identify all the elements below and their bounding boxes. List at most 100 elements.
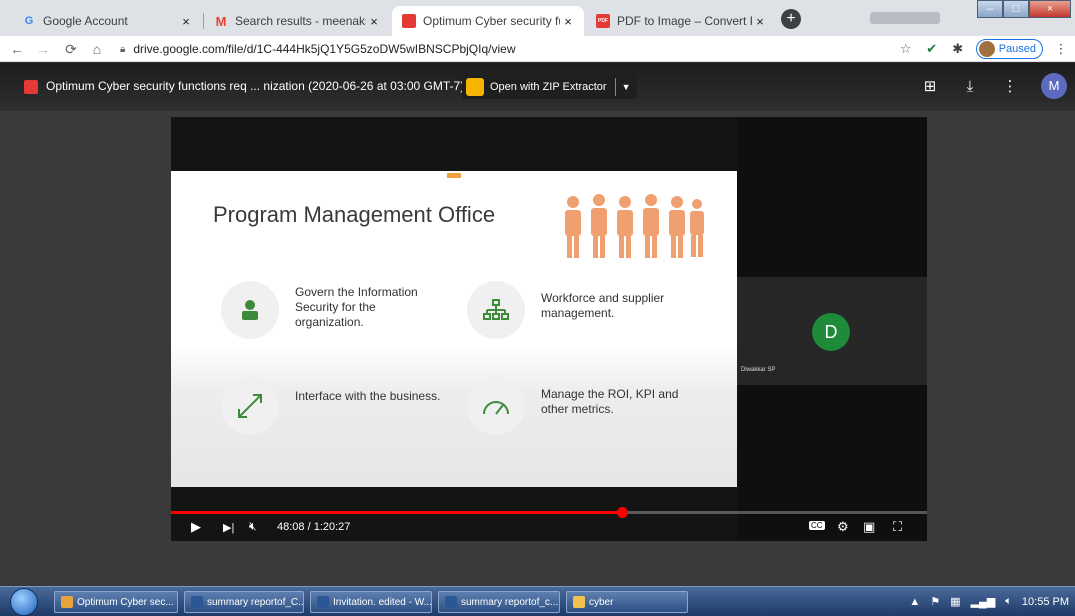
pdf-favicon-icon: PDF	[596, 14, 610, 28]
progress-played	[171, 511, 622, 514]
close-window-button[interactable]: ×	[1029, 0, 1071, 18]
word-icon	[191, 596, 203, 608]
time-display: 48:08 / 1:20:27	[277, 521, 351, 533]
windows-taskbar: Optimum Cyber sec... summary reportof_C.…	[0, 586, 1075, 616]
next-icon[interactable]: ▶|	[223, 521, 234, 534]
tray-expand-icon[interactable]: ▲	[909, 596, 920, 608]
presentation-slide: Program Management Office Govern the Inf…	[171, 171, 737, 487]
google-favicon-icon: G	[24, 15, 34, 27]
tab-google-account[interactable]: G Google Account ×	[12, 6, 202, 36]
folder-icon	[573, 596, 585, 608]
hierarchy-item-icon	[467, 281, 525, 339]
muted-speaker-icon[interactable]: 🔇︎	[249, 519, 257, 534]
bookmark-star-icon[interactable]: ☆	[898, 41, 914, 57]
menu-kebab-icon[interactable]: ⋮	[1053, 41, 1069, 57]
team-people-icon	[565, 194, 704, 258]
drive-viewer: Optimum Cyber security functions req ...…	[0, 63, 1075, 586]
lock-icon: 🔒︎	[120, 43, 126, 55]
workforce-item-text: Workforce and supplier management.	[541, 291, 665, 320]
extensions-puzzle-icon[interactable]: ✱	[950, 41, 966, 57]
taskbar-item-label: cyber	[589, 596, 614, 608]
account-avatar[interactable]: M	[1041, 73, 1067, 99]
captions-icon[interactable]: CC	[809, 521, 825, 530]
open-with-label: Open with ZIP Extractor	[490, 81, 607, 93]
chrome-icon	[61, 596, 73, 608]
more-options-icon[interactable]: ⋮	[1001, 77, 1019, 95]
taskbar-item-label: summary reportof_C...	[207, 596, 304, 608]
blurred-region	[870, 12, 940, 24]
tab-pdf-to-image[interactable]: PDF PDF to Image – Convert PDF to J ×	[586, 6, 776, 36]
tab-gmail-search[interactable]: M Search results - meenakship@sv ×	[204, 6, 390, 36]
forward-arrow-icon[interactable]: →	[34, 40, 52, 58]
paused-label: Paused	[998, 43, 1036, 55]
taskbar-item-word-3[interactable]: summary reportof_c...	[438, 591, 560, 613]
drive-video-favicon-icon	[402, 14, 416, 28]
taskbar-item-label: Optimum Cyber sec...	[77, 596, 174, 608]
fullscreen-icon[interactable]: ⛶	[893, 519, 902, 535]
minimize-button[interactable]: –	[977, 0, 1003, 18]
zip-extractor-icon	[466, 78, 484, 96]
taskbar-item-word-1[interactable]: summary reportof_C...	[184, 591, 304, 613]
back-arrow-icon[interactable]: ←	[8, 40, 26, 58]
viewer-actions: ⊞ ⤓ ⋮ M	[921, 73, 1067, 99]
close-icon[interactable]: ×	[366, 14, 382, 29]
miniplayer-icon[interactable]: ▣	[863, 519, 875, 535]
reload-icon[interactable]: ⟳	[62, 40, 80, 58]
signal-icon[interactable]: ▂▄▆	[971, 595, 996, 608]
url-text[interactable]: drive.google.com/file/d/1C-444Hk5jQ1Y5G5…	[133, 42, 515, 56]
close-icon[interactable]: ×	[178, 14, 194, 29]
tab-optimum-cyber-security[interactable]: Optimum Cyber security function ×	[392, 6, 584, 36]
divider	[614, 78, 616, 96]
chevron-down-icon[interactable]: ▼	[622, 82, 637, 92]
checkmark-extension-icon[interactable]: ✔	[924, 41, 940, 57]
start-button[interactable]	[10, 588, 38, 616]
browser-toolbar: ← → ⟳ ⌂ 🔒︎ drive.google.com/file/d/1C-44…	[0, 36, 1075, 62]
add-comment-icon[interactable]: ⊞	[921, 77, 939, 95]
clock[interactable]: 10:55 PM	[1022, 596, 1069, 608]
new-tab-button[interactable]: +	[781, 9, 801, 29]
video-progress-bar[interactable]	[171, 507, 927, 518]
address-bar[interactable]: 🔒︎ drive.google.com/file/d/1C-444Hk5jQ1Y…	[120, 39, 516, 59]
govern-item-text: Govern the Information Security for the …	[295, 285, 418, 329]
open-with-button[interactable]: Open with ZIP Extractor ▼	[462, 75, 637, 99]
tab-title: PDF to Image – Convert PDF to J	[617, 14, 752, 28]
download-icon[interactable]: ⤓	[961, 78, 979, 95]
volume-icon[interactable]: 🔈︎	[1005, 595, 1012, 608]
action-center-flag-icon[interactable]: ⚑	[930, 595, 940, 608]
system-tray: ▲ ⚑ ▦ ▂▄▆ 🔈︎ 10:55 PM	[909, 595, 1069, 608]
video-player[interactable]: Program Management Office Govern the Inf…	[171, 117, 927, 541]
network-icon[interactable]: ▦	[950, 595, 960, 608]
slide-top-bar	[171, 117, 737, 171]
close-icon[interactable]: ×	[752, 14, 768, 29]
taskbar-item-word-2[interactable]: Invitation. edited - W...	[310, 591, 432, 613]
close-icon[interactable]: ×	[560, 14, 576, 29]
word-icon	[445, 596, 457, 608]
tab-title: Search results - meenakship@sv	[235, 14, 366, 28]
slide-marker	[447, 173, 461, 178]
participant-name: Diwakkar SP	[741, 367, 776, 373]
participant-tile: D Diwakkar SP	[737, 277, 927, 385]
home-icon[interactable]: ⌂	[88, 40, 106, 58]
taskbar-item-folder[interactable]: cyber	[566, 591, 688, 613]
play-icon[interactable]: ▶	[191, 519, 201, 535]
word-icon	[317, 596, 329, 608]
profile-paused-button[interactable]: Paused	[975, 39, 1043, 59]
participant-panel: D Diwakkar SP	[737, 117, 927, 541]
gmail-favicon-icon: M	[215, 13, 227, 29]
video-file-icon	[24, 80, 38, 94]
file-title: Optimum Cyber security functions req ...…	[46, 79, 465, 93]
window-controls: – □ ×	[977, 0, 1071, 18]
tab-title: Google Account	[43, 14, 128, 28]
taskbar-item-label: summary reportof_c...	[461, 596, 559, 608]
maximize-button[interactable]: □	[1003, 0, 1029, 18]
participant-avatar: D	[812, 313, 850, 351]
govern-item-icon	[221, 281, 279, 339]
viewer-header: Optimum Cyber security functions req ...…	[0, 63, 1075, 111]
browser-tab-strip: G Google Account × M Search results - me…	[0, 0, 1075, 36]
toolbar-right: ☆ ✔ ✱ Paused ⋮	[898, 39, 1069, 59]
roi-item-text: Manage the ROI, KPI and other metrics.	[541, 387, 679, 416]
settings-gear-icon[interactable]: ⚙	[837, 519, 849, 535]
taskbar-item-label: Invitation. edited - W...	[333, 596, 432, 608]
taskbar-item-chrome[interactable]: Optimum Cyber sec...	[54, 591, 178, 613]
player-controls: ▶ ▶| 🔇︎ 48:08 / 1:20:27 CC ⚙ ▣ ⛶	[171, 515, 927, 541]
